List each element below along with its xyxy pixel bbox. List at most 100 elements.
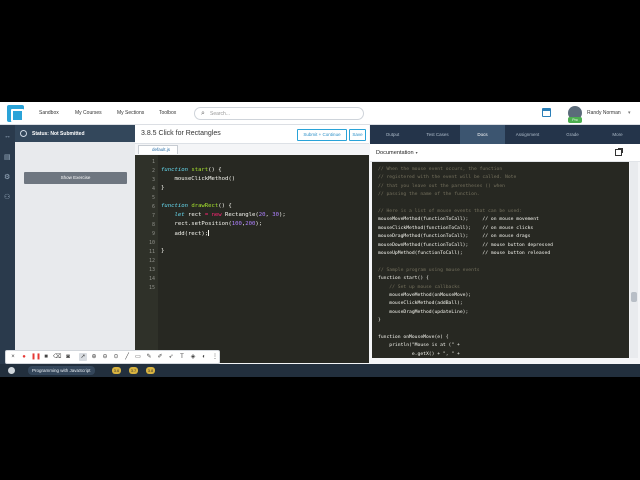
line-number: 4 — [151, 186, 155, 192]
line-icon[interactable]: ╱ — [123, 353, 131, 361]
line-number: 5 — [151, 195, 155, 201]
doc-line: mouseClickMethod(addBall); — [378, 301, 463, 307]
editor-header: 3.8.5 Click for Rectangles Submit + Cont… — [135, 125, 369, 144]
pen-icon[interactable]: ✎ — [145, 353, 153, 361]
doc-line: // When the mouse event occurs, the func… — [378, 167, 503, 172]
documentation-scrollbar[interactable] — [630, 162, 638, 358]
lesson-badge[interactable]: 3.6 — [112, 367, 121, 374]
line-number: 13 — [148, 267, 155, 273]
doc-line: mouseMoveMethod(onMouseMove); — [378, 293, 472, 298]
arrow-icon[interactable]: ➶ — [167, 353, 175, 361]
doc-line: mouseDragMethod(functionToCall); // on m… — [378, 234, 531, 240]
documentation-header: Documentation — [370, 144, 640, 162]
save-button[interactable]: Save — [349, 129, 366, 141]
rectangle-icon[interactable]: ▭ — [134, 353, 142, 361]
doc-line: } — [378, 318, 381, 324]
doc-line: mouseClickMethod(functionToCall); // on … — [378, 225, 534, 231]
users-icon[interactable]: ⚇ — [4, 194, 11, 201]
submit-continue-button[interactable]: Submit + Continue — [297, 129, 347, 141]
line-number: 6 — [151, 204, 155, 210]
code-line: let rect = new Rectangle(20, 30); — [174, 212, 286, 218]
doc-line: function start() { — [378, 276, 429, 282]
doc-line: // Here is a list of mouse events that c… — [378, 209, 522, 214]
nav-link-my-sections[interactable]: My Sections — [117, 110, 144, 116]
code-icon[interactable]: ↔ — [4, 133, 11, 140]
tab-docs[interactable]: Docs — [460, 125, 505, 144]
show-exercise-button[interactable]: Show Exercise — [24, 172, 127, 184]
record-icon[interactable]: ● — [20, 353, 28, 361]
nav-link-sandbox[interactable]: Sandbox — [39, 110, 59, 116]
line-number: 15 — [148, 285, 155, 291]
documentation-dropdown[interactable]: Documentation — [376, 150, 418, 156]
calendar-icon[interactable]: ▤ — [4, 154, 11, 161]
pause-icon[interactable]: ❚❚ — [31, 353, 41, 361]
course-chip[interactable]: Programming with JavaScript — [28, 366, 95, 375]
line-number: 12 — [148, 258, 155, 264]
lesson-badge[interactable]: 3.7 — [129, 367, 138, 374]
stop-icon[interactable]: ■ — [42, 353, 50, 361]
documentation-code: // When the mouse event occurs, the func… — [372, 162, 629, 358]
doc-line: mouseMoveMethod(functionToCall); // on m… — [378, 217, 539, 223]
bottom-taskbar: Programming with JavaScript 3.6 3.7 3.8 — [0, 364, 640, 377]
line-number: 11 — [148, 249, 155, 255]
line-gutter: 1 2 3 4 5 6 7 8 9 10 11 12 13 14 15 — [135, 155, 158, 363]
file-tab[interactable]: default.js — [138, 145, 178, 154]
code-line: function drawRect() { — [161, 203, 232, 209]
doc-line: mouseDownMethod(functionToCall); // mous… — [378, 242, 553, 248]
codehs-logo-icon[interactable] — [7, 105, 24, 122]
nav-link-my-courses[interactable]: My Courses — [75, 110, 102, 116]
tab-output[interactable]: Output — [370, 125, 415, 144]
nav-link-toolbox[interactable]: Toolbox — [159, 110, 176, 116]
code-line: function start() { — [161, 167, 222, 173]
line-number: 14 — [148, 276, 155, 282]
app-window: Sandbox My Courses My Sections Toolbox ⌕… — [0, 102, 640, 377]
text-cursor — [208, 230, 210, 236]
gear-icon[interactable]: ⚙ — [4, 174, 11, 181]
home-icon[interactable] — [8, 367, 15, 374]
doc-line: println("Mouse is at (" + — [378, 343, 460, 349]
highlighter-icon[interactable]: ✐ — [156, 353, 164, 361]
chevron-down-icon[interactable]: ▾ — [628, 110, 631, 116]
exercise-title: 3.8.5 Click for Rectangles — [141, 130, 221, 137]
status-bar: Status: Not Submitted — [15, 125, 135, 142]
lesson-badge[interactable]: 3.8 — [146, 367, 155, 374]
code-editor[interactable]: 1 2 3 4 5 6 7 8 9 10 11 12 13 14 15 func… — [135, 155, 369, 363]
delete-icon[interactable]: ⌫ — [53, 353, 61, 361]
doc-line: mouseUpMethod(functionToCall); // mouse … — [378, 251, 551, 256]
search-input[interactable]: ⌕ Search... — [194, 107, 364, 120]
code-line: add(rect); — [161, 230, 210, 237]
eraser-icon[interactable]: ◈ — [189, 353, 197, 361]
text-icon[interactable]: T — [178, 353, 186, 361]
line-number: 1 — [151, 159, 155, 165]
close-icon[interactable]: × — [9, 353, 17, 361]
recording-toolbar: × ● ❚❚ ■ ⌫ ◙ ➚ ⊕ ⊖ ⊙ ╱ ▭ ✎ ✐ ➶ T ◈ ◐ ⋮ — [5, 350, 220, 364]
code-line: rect.setPosition(100,200); — [161, 221, 263, 227]
user-name[interactable]: Randy Norman — [587, 110, 621, 116]
doc-line: // passing the name of the function. — [378, 192, 480, 198]
line-number: 8 — [151, 222, 155, 228]
status-label: Status: Not Submitted — [32, 131, 85, 137]
pro-badge: Pro — [568, 117, 582, 123]
mask-icon[interactable]: ◐ — [200, 353, 208, 361]
doc-line: e.getX() + ", " + — [378, 351, 460, 357]
search-placeholder: Search... — [210, 111, 231, 117]
tab-assignment[interactable]: Assignment — [505, 125, 550, 144]
more-icon[interactable]: ⋮ — [211, 353, 219, 361]
camera-icon[interactable]: ◙ — [64, 353, 72, 361]
zoom-fit-icon[interactable]: ⊙ — [112, 353, 120, 361]
doc-line: // Sample program using mouse events — [378, 267, 480, 273]
code-line: mouseClickMethod() — [161, 176, 236, 182]
tab-grade[interactable]: Grade — [550, 125, 595, 144]
line-number: 2 — [151, 168, 155, 174]
pointer-icon[interactable]: ➚ — [79, 353, 87, 361]
tab-test-cases[interactable]: Test Cases — [415, 125, 460, 144]
doc-line: // Set up mouse callbacks — [378, 284, 460, 290]
tab-more[interactable]: More — [595, 125, 640, 144]
status-panel: Status: Not Submitted Show Exercise — [15, 125, 135, 365]
line-number: 3 — [151, 177, 155, 183]
calendar-icon[interactable] — [542, 108, 551, 117]
zoom-in-icon[interactable]: ⊕ — [90, 353, 98, 361]
zoom-out-icon[interactable]: ⊖ — [101, 353, 109, 361]
search-icon: ⌕ — [201, 110, 205, 117]
external-link-icon[interactable] — [615, 148, 623, 156]
